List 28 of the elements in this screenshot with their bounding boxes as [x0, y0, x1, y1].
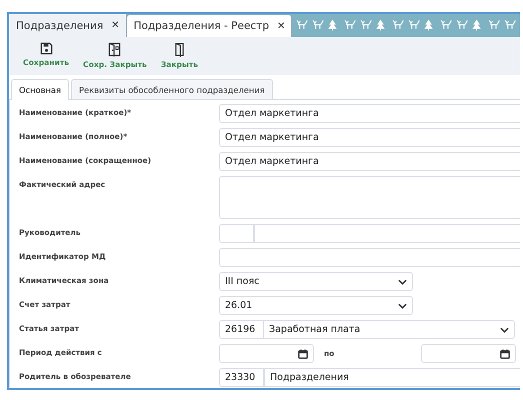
close-icon[interactable]: ✕ — [277, 20, 286, 32]
code-field[interactable]: 23330 — [219, 368, 264, 387]
lookup-field[interactable]: Подразделения — [264, 368, 520, 387]
door-icon — [108, 42, 122, 57]
chevron-down-icon — [398, 302, 407, 308]
dropdown[interactable]: III пояс — [219, 272, 413, 291]
chevron-down-icon — [398, 278, 407, 284]
chevron-down-icon — [500, 326, 509, 332]
date-field[interactable] — [219, 344, 314, 363]
dropdown[interactable]: Заработная плата — [264, 320, 515, 339]
text-field[interactable]: Отдел маркетинга — [219, 152, 520, 171]
text-field[interactable]: Отдел маркетинга — [219, 128, 520, 147]
code-field[interactable] — [219, 224, 254, 243]
code-field[interactable]: 26196 — [219, 320, 264, 339]
text-field[interactable]: Отдел маркетинга — [219, 104, 520, 123]
lookup-field[interactable] — [254, 224, 520, 243]
text-field[interactable] — [219, 248, 520, 267]
document-tab[interactable]: Подразделения ✕ — [9, 14, 127, 37]
dropdown[interactable]: 26.01 — [219, 296, 413, 315]
form-tab[interactable]: Реквизиты обособленного подразделения — [70, 79, 273, 99]
calendar-icon — [500, 348, 510, 358]
text-area[interactable] — [219, 176, 520, 219]
door-icon — [174, 42, 185, 57]
document-tab[interactable]: Подразделения - Реестр ✕ — [126, 15, 292, 37]
form-tab[interactable]: Основная — [11, 79, 69, 100]
date-field[interactable] — [421, 344, 516, 363]
close-icon[interactable]: ✕ — [111, 20, 120, 31]
calendar-icon — [298, 348, 308, 358]
